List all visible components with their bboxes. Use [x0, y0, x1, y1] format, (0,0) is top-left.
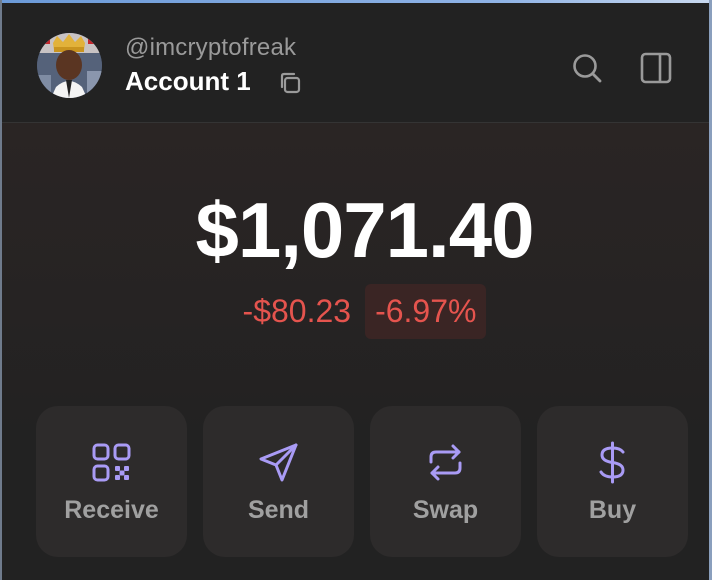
balance-change: -$80.23 -6.97% — [2, 284, 712, 339]
paper-plane-icon — [259, 443, 298, 482]
avatar-image — [37, 33, 102, 98]
receive-label: Receive — [64, 496, 159, 524]
swap-button[interactable]: Swap — [370, 406, 521, 557]
side-panel-icon[interactable] — [638, 50, 674, 86]
buy-label: Buy — [588, 496, 637, 524]
change-percent-badge: -6.97% — [365, 284, 487, 339]
dollar-icon — [599, 441, 625, 484]
send-label: Send — [247, 496, 310, 524]
swap-arrows-icon — [429, 444, 462, 481]
search-icon[interactable] — [569, 50, 605, 86]
action-buttons: Receive Send Swap Buy — [36, 406, 692, 557]
profile-avatar[interactable] — [37, 33, 102, 98]
account-name[interactable]: Account 1 — [125, 66, 251, 97]
buy-button[interactable]: Buy — [537, 406, 688, 557]
account-handle: @imcryptofreak — [125, 34, 297, 61]
account-header: @imcryptofreak Account 1 — [2, 3, 709, 123]
total-balance: $1,071.40 — [195, 186, 534, 274]
send-button[interactable]: Send — [203, 406, 354, 557]
change-amount: -$80.23 — [242, 293, 352, 329]
qr-code-icon — [92, 443, 131, 482]
receive-button[interactable]: Receive — [36, 406, 187, 557]
swap-label: Swap — [412, 496, 479, 524]
wallet-popup: @imcryptofreak Account 1 $1,071.40 -$80.… — [0, 0, 712, 580]
copy-icon[interactable] — [276, 69, 304, 97]
wallet-main: $1,071.40 -$80.23 -6.97% Receive Send Sw… — [2, 123, 709, 580]
